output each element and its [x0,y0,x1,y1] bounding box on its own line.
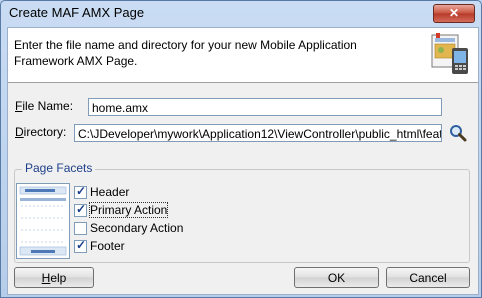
facet-primary-action-label: Primary Action [88,202,169,218]
checkbox-box[interactable]: ✓ [74,238,87,253]
close-button[interactable]: ✕ [433,4,475,23]
help-button[interactable]: Help [14,267,94,288]
title-bar: Create MAF AMX Page ✕ [1,1,481,26]
checkmark-icon: ✓ [76,238,87,252]
header-banner: Enter the file name and directory for yo… [8,28,478,83]
checkbox-box[interactable]: ✓ [74,184,87,199]
dialog-content: Enter the file name and directory for yo… [7,27,479,295]
dialog-window: Create MAF AMX Page ✕ Enter the file nam… [0,0,482,298]
facet-header-label: Header [90,185,130,199]
window-title: Create MAF AMX Page [9,5,145,20]
file-name-input[interactable]: home.amx [88,98,442,116]
directory-input[interactable]: C:\JDeveloper\mywork\Application12\ViewC… [74,124,442,142]
directory-label: Directory: [15,125,67,139]
close-icon: ✕ [448,6,460,20]
facet-secondary-action-label: Secondary Action [90,221,184,235]
facet-footer-label: Footer [90,239,125,253]
browse-search-icon[interactable] [448,123,468,143]
cancel-button[interactable]: Cancel [386,267,470,288]
file-name-label: File Name: [15,99,74,113]
page-layout-preview [16,183,70,259]
banner-description: Enter the file name and directory for yo… [14,38,357,68]
amx-page-icon [431,33,468,74]
checkbox-box[interactable]: ✓ [74,202,87,217]
ok-button[interactable]: OK [294,267,379,288]
checkmark-icon: ✓ [76,184,87,198]
page-facets-legend: Page Facets [22,161,96,175]
checkmark-icon: ✓ [76,202,87,216]
checkbox-box[interactable] [74,222,87,235]
